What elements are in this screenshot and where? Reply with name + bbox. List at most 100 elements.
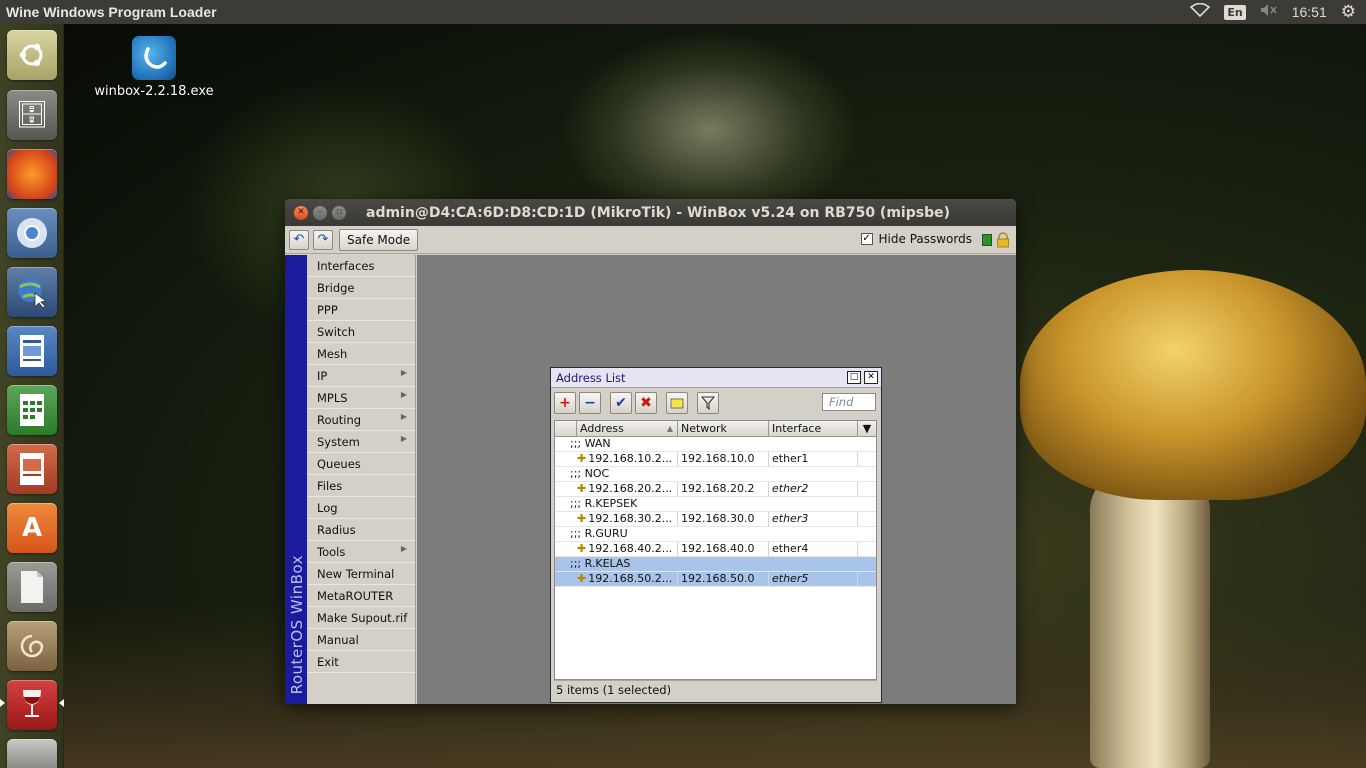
cell-address: ✚ 192.168.30.2... xyxy=(577,512,678,526)
dynamic-entry-icon: ✚ xyxy=(577,542,587,555)
calc-icon[interactable] xyxy=(7,385,57,435)
menu-item-label: Files xyxy=(317,478,343,493)
desktop-file-winbox[interactable]: winbox-2.2.18.exe xyxy=(92,36,216,99)
settings-gear-icon[interactable]: ⚙ xyxy=(1341,2,1356,22)
table-comment-row[interactable]: ;;; R.GURU xyxy=(555,527,876,542)
hide-passwords-toggle[interactable]: ✓ Hide Passwords xyxy=(860,232,972,246)
table-row[interactable]: ✚ 192.168.10.2... 192.168.10.0 ether1 xyxy=(555,452,876,467)
enable-check-icon[interactable]: ✔ xyxy=(610,392,632,414)
menu-item-make-supout-rif[interactable]: Make Supout.rif xyxy=(307,607,415,629)
menu-item-manual[interactable]: Manual xyxy=(307,629,415,651)
filter-icon[interactable] xyxy=(697,392,719,414)
disable-x-icon[interactable]: ✖ xyxy=(635,392,657,414)
column-menu-chevron-icon[interactable]: ▼ xyxy=(858,421,876,436)
menu-item-ip[interactable]: IP ▶ xyxy=(307,365,415,387)
ubuntu-logo-icon[interactable] xyxy=(7,30,57,80)
minimize-window-button[interactable]: – xyxy=(313,205,327,220)
dynamic-entry-icon: ✚ xyxy=(577,482,587,495)
menu-item-label: MPLS xyxy=(317,390,348,405)
winbox-window: ✕ – ▫ admin@D4:CA:6D:D8:CD:1D (MikroTik)… xyxy=(285,199,1016,704)
row-gutter xyxy=(555,542,577,556)
lock-icon xyxy=(996,232,1010,248)
wifi-icon[interactable] xyxy=(1190,2,1211,21)
menu-item-label: PPP xyxy=(317,302,338,317)
menu-item-files[interactable]: Files xyxy=(307,475,415,497)
window-titlebar[interactable]: ✕ – ▫ admin@D4:CA:6D:D8:CD:1D (MikroTik)… xyxy=(285,199,1016,226)
hide-passwords-label: Hide Passwords xyxy=(878,232,972,246)
cell-address: ✚ 192.168.40.2... xyxy=(577,542,678,556)
header-interface[interactable]: Interface xyxy=(769,421,858,436)
shopping-bag-icon[interactable]: A xyxy=(7,503,57,553)
menu-item-radius[interactable]: Radius xyxy=(307,519,415,541)
desktop-file-label: winbox-2.2.18.exe xyxy=(94,84,214,99)
maximize-window-button[interactable]: ▫ xyxy=(332,205,346,220)
address-list-titlebar[interactable]: Address List □ ✕ xyxy=(551,368,881,388)
sort-ascending-icon: ▲ xyxy=(666,424,673,433)
menu-item-queues[interactable]: Queues xyxy=(307,453,415,475)
impress-icon[interactable] xyxy=(7,444,57,494)
menu-item-metarouter[interactable]: MetaROUTER xyxy=(307,585,415,607)
volume-muted-icon[interactable] xyxy=(1260,3,1278,21)
package-icon[interactable] xyxy=(7,621,57,671)
undo-button[interactable]: ↶ xyxy=(289,229,309,250)
table-comment-row[interactable]: ;;; NOC xyxy=(555,467,876,482)
wine-glass-icon[interactable] xyxy=(7,680,57,730)
menu-item-label: Mesh xyxy=(317,346,348,361)
table-comment-row[interactable]: ;;; R.KELAS xyxy=(555,557,876,572)
maximize-subwindow-button[interactable]: □ xyxy=(847,371,861,384)
table-row[interactable]: ✚ 192.168.20.2... 192.168.20.2 ether2 xyxy=(555,482,876,497)
menu-item-system[interactable]: System ▶ xyxy=(307,431,415,453)
menu-item-mpls[interactable]: MPLS ▶ xyxy=(307,387,415,409)
document-icon[interactable] xyxy=(7,562,57,612)
address-list-status: 5 items (1 selected) xyxy=(554,680,877,698)
table-comment-row[interactable]: ;;; R.KEPSEK xyxy=(555,497,876,512)
cell-interface: ether2 xyxy=(769,482,858,496)
menu-item-tools[interactable]: Tools ▶ xyxy=(307,541,415,563)
writer-icon[interactable] xyxy=(7,326,57,376)
connection-status-indicator xyxy=(982,234,992,246)
table-row[interactable]: ✚ 192.168.50.2... 192.168.50.0 ether5 xyxy=(555,572,876,587)
menu-item-label: Make Supout.rif xyxy=(317,610,408,625)
address-table: Address ▲ Network Interface ▼ ;;; WAN ✚ 192… xyxy=(554,420,877,680)
menu-item-log[interactable]: Log xyxy=(307,497,415,519)
menu-item-switch[interactable]: Switch xyxy=(307,321,415,343)
row-comment: ;;; NOC xyxy=(570,467,610,480)
close-window-button[interactable]: ✕ xyxy=(294,205,308,220)
redo-button[interactable]: ↷ xyxy=(313,229,333,250)
find-input[interactable]: Find xyxy=(822,393,876,411)
remove-icon[interactable]: − xyxy=(579,392,601,414)
menu-item-routing[interactable]: Routing ▶ xyxy=(307,409,415,431)
cell-interface: ether1 xyxy=(769,452,858,466)
menu-item-label: Queues xyxy=(317,456,361,471)
firefox-icon[interactable] xyxy=(7,149,57,199)
menu-item-ppp[interactable]: PPP xyxy=(307,299,415,321)
menu-item-new-terminal[interactable]: New Terminal xyxy=(307,563,415,585)
address-list-title: Address List xyxy=(556,370,626,385)
cell-address: ✚ 192.168.20.2... xyxy=(577,482,678,496)
safe-mode-button[interactable]: Safe Mode xyxy=(339,228,419,251)
header-network[interactable]: Network xyxy=(678,421,769,436)
table-comment-row[interactable]: ;;; WAN xyxy=(555,437,876,452)
globe-cursor-icon[interactable] xyxy=(7,267,57,317)
chromium-icon[interactable] xyxy=(7,208,57,258)
hide-passwords-checkbox[interactable]: ✓ xyxy=(860,233,873,245)
add-icon[interactable]: + xyxy=(554,392,576,414)
comment-note-icon[interactable] xyxy=(666,392,688,414)
menu-item-exit[interactable]: Exit xyxy=(307,651,415,673)
header-address[interactable]: Address ▲ xyxy=(577,421,678,436)
unity-launcher: 🗄 A xyxy=(0,24,64,768)
clock[interactable]: 16:51 xyxy=(1292,4,1327,20)
close-subwindow-button[interactable]: ✕ xyxy=(864,371,878,384)
keyboard-language-indicator[interactable]: En xyxy=(1224,4,1246,20)
menu-item-interfaces[interactable]: Interfaces xyxy=(307,255,415,277)
main-menu: Interfaces Bridge PPP Switch Mesh IP ▶ MPLS ▶ Rou… xyxy=(307,255,416,704)
menu-item-label: Routing xyxy=(317,412,362,427)
menu-item-label: Bridge xyxy=(317,280,355,295)
file-cabinet-icon[interactable]: 🗄 xyxy=(7,90,57,140)
menu-item-bridge[interactable]: Bridge xyxy=(307,277,415,299)
menu-item-label: IP xyxy=(317,368,328,383)
scanner-icon[interactable] xyxy=(7,739,57,768)
menu-item-mesh[interactable]: Mesh xyxy=(307,343,415,365)
table-row[interactable]: ✚ 192.168.40.2... 192.168.40.0 ether4 xyxy=(555,542,876,557)
table-row[interactable]: ✚ 192.168.30.2... 192.168.30.0 ether3 xyxy=(555,512,876,527)
